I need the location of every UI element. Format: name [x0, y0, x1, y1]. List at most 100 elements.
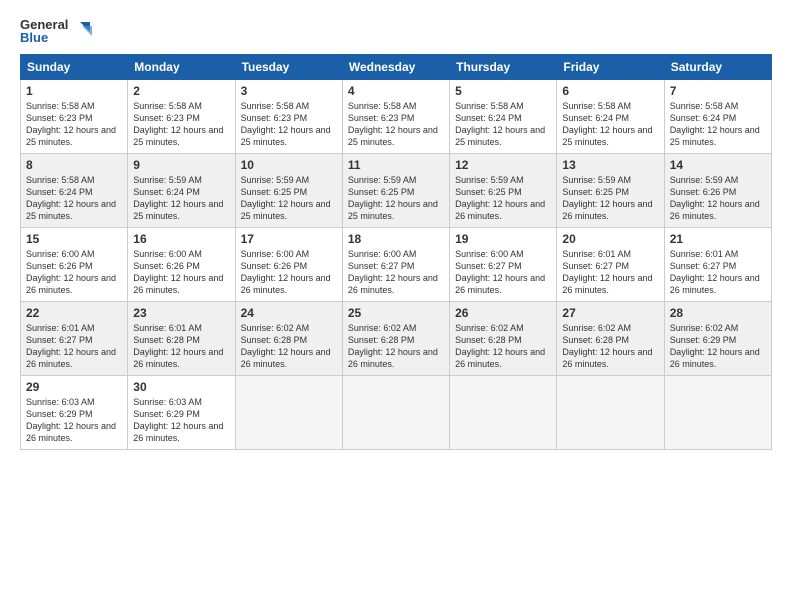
day-info: Sunrise: 6:01 AM Sunset: 6:27 PM Dayligh…: [562, 248, 658, 297]
col-wednesday: Wednesday: [342, 55, 449, 80]
day-number: 18: [348, 232, 444, 246]
day-number: 5: [455, 84, 551, 98]
day-info: Sunrise: 6:00 AM Sunset: 6:26 PM Dayligh…: [26, 248, 122, 297]
table-row: 14 Sunrise: 5:59 AM Sunset: 6:26 PM Dayl…: [664, 154, 771, 228]
table-row: 5 Sunrise: 5:58 AM Sunset: 6:24 PM Dayli…: [450, 80, 557, 154]
day-number: 10: [241, 158, 337, 172]
table-row: 4 Sunrise: 5:58 AM Sunset: 6:23 PM Dayli…: [342, 80, 449, 154]
table-row: 18 Sunrise: 6:00 AM Sunset: 6:27 PM Dayl…: [342, 228, 449, 302]
table-row: 23 Sunrise: 6:01 AM Sunset: 6:28 PM Dayl…: [128, 302, 235, 376]
calendar-week-row: 15 Sunrise: 6:00 AM Sunset: 6:26 PM Dayl…: [21, 228, 772, 302]
table-row: 17 Sunrise: 6:00 AM Sunset: 6:26 PM Dayl…: [235, 228, 342, 302]
day-info: Sunrise: 6:02 AM Sunset: 6:28 PM Dayligh…: [562, 322, 658, 371]
day-info: Sunrise: 5:59 AM Sunset: 6:26 PM Dayligh…: [670, 174, 766, 223]
calendar-week-row: 29 Sunrise: 6:03 AM Sunset: 6:29 PM Dayl…: [21, 376, 772, 450]
day-number: 12: [455, 158, 551, 172]
col-monday: Monday: [128, 55, 235, 80]
day-info: Sunrise: 5:59 AM Sunset: 6:25 PM Dayligh…: [455, 174, 551, 223]
day-info: Sunrise: 5:59 AM Sunset: 6:25 PM Dayligh…: [348, 174, 444, 223]
table-row: 15 Sunrise: 6:00 AM Sunset: 6:26 PM Dayl…: [21, 228, 128, 302]
day-number: 16: [133, 232, 229, 246]
day-number: 26: [455, 306, 551, 320]
table-row: 7 Sunrise: 5:58 AM Sunset: 6:24 PM Dayli…: [664, 80, 771, 154]
calendar-table: Sunday Monday Tuesday Wednesday Thursday…: [20, 54, 772, 450]
calendar-week-row: 1 Sunrise: 5:58 AM Sunset: 6:23 PM Dayli…: [21, 80, 772, 154]
day-info: Sunrise: 5:58 AM Sunset: 6:24 PM Dayligh…: [562, 100, 658, 149]
day-number: 15: [26, 232, 122, 246]
table-row: 6 Sunrise: 5:58 AM Sunset: 6:24 PM Dayli…: [557, 80, 664, 154]
day-info: Sunrise: 6:00 AM Sunset: 6:27 PM Dayligh…: [455, 248, 551, 297]
day-info: Sunrise: 6:01 AM Sunset: 6:27 PM Dayligh…: [670, 248, 766, 297]
day-info: Sunrise: 6:01 AM Sunset: 6:28 PM Dayligh…: [133, 322, 229, 371]
calendar-header-row: Sunday Monday Tuesday Wednesday Thursday…: [21, 55, 772, 80]
table-row: 27 Sunrise: 6:02 AM Sunset: 6:28 PM Dayl…: [557, 302, 664, 376]
day-number: 27: [562, 306, 658, 320]
calendar-week-row: 8 Sunrise: 5:58 AM Sunset: 6:24 PM Dayli…: [21, 154, 772, 228]
day-number: 3: [241, 84, 337, 98]
table-row: 21 Sunrise: 6:01 AM Sunset: 6:27 PM Dayl…: [664, 228, 771, 302]
table-row: 16 Sunrise: 6:00 AM Sunset: 6:26 PM Dayl…: [128, 228, 235, 302]
table-row: 28 Sunrise: 6:02 AM Sunset: 6:29 PM Dayl…: [664, 302, 771, 376]
day-info: Sunrise: 6:03 AM Sunset: 6:29 PM Dayligh…: [26, 396, 122, 445]
day-number: 2: [133, 84, 229, 98]
day-info: Sunrise: 5:59 AM Sunset: 6:25 PM Dayligh…: [241, 174, 337, 223]
day-number: 23: [133, 306, 229, 320]
col-saturday: Saturday: [664, 55, 771, 80]
table-row: 29 Sunrise: 6:03 AM Sunset: 6:29 PM Dayl…: [21, 376, 128, 450]
day-number: 19: [455, 232, 551, 246]
table-row: 2 Sunrise: 5:58 AM Sunset: 6:23 PM Dayli…: [128, 80, 235, 154]
day-info: Sunrise: 6:03 AM Sunset: 6:29 PM Dayligh…: [133, 396, 229, 445]
table-row: 13 Sunrise: 5:59 AM Sunset: 6:25 PM Dayl…: [557, 154, 664, 228]
table-row: 12 Sunrise: 5:59 AM Sunset: 6:25 PM Dayl…: [450, 154, 557, 228]
day-number: 25: [348, 306, 444, 320]
table-row: 9 Sunrise: 5:59 AM Sunset: 6:24 PM Dayli…: [128, 154, 235, 228]
table-row: 30 Sunrise: 6:03 AM Sunset: 6:29 PM Dayl…: [128, 376, 235, 450]
day-number: 30: [133, 380, 229, 394]
table-row: 8 Sunrise: 5:58 AM Sunset: 6:24 PM Dayli…: [21, 154, 128, 228]
day-info: Sunrise: 5:59 AM Sunset: 6:24 PM Dayligh…: [133, 174, 229, 223]
day-number: 22: [26, 306, 122, 320]
day-number: 21: [670, 232, 766, 246]
day-info: Sunrise: 6:00 AM Sunset: 6:26 PM Dayligh…: [241, 248, 337, 297]
day-info: Sunrise: 6:00 AM Sunset: 6:26 PM Dayligh…: [133, 248, 229, 297]
day-number: 7: [670, 84, 766, 98]
table-row: 19 Sunrise: 6:00 AM Sunset: 6:27 PM Dayl…: [450, 228, 557, 302]
table-row: 11 Sunrise: 5:59 AM Sunset: 6:25 PM Dayl…: [342, 154, 449, 228]
table-row: [557, 376, 664, 450]
day-number: 28: [670, 306, 766, 320]
table-row: 24 Sunrise: 6:02 AM Sunset: 6:28 PM Dayl…: [235, 302, 342, 376]
day-info: Sunrise: 5:59 AM Sunset: 6:25 PM Dayligh…: [562, 174, 658, 223]
day-number: 29: [26, 380, 122, 394]
header: General Blue: [20, 18, 772, 44]
day-number: 11: [348, 158, 444, 172]
day-info: Sunrise: 5:58 AM Sunset: 6:23 PM Dayligh…: [241, 100, 337, 149]
table-row: 3 Sunrise: 5:58 AM Sunset: 6:23 PM Dayli…: [235, 80, 342, 154]
day-number: 14: [670, 158, 766, 172]
day-number: 6: [562, 84, 658, 98]
table-row: 1 Sunrise: 5:58 AM Sunset: 6:23 PM Dayli…: [21, 80, 128, 154]
day-number: 9: [133, 158, 229, 172]
day-info: Sunrise: 5:58 AM Sunset: 6:24 PM Dayligh…: [670, 100, 766, 149]
logo: General Blue: [20, 18, 94, 44]
calendar-week-row: 22 Sunrise: 6:01 AM Sunset: 6:27 PM Dayl…: [21, 302, 772, 376]
col-tuesday: Tuesday: [235, 55, 342, 80]
day-info: Sunrise: 6:02 AM Sunset: 6:28 PM Dayligh…: [455, 322, 551, 371]
day-info: Sunrise: 5:58 AM Sunset: 6:24 PM Dayligh…: [26, 174, 122, 223]
day-info: Sunrise: 6:02 AM Sunset: 6:28 PM Dayligh…: [348, 322, 444, 371]
day-number: 1: [26, 84, 122, 98]
day-info: Sunrise: 5:58 AM Sunset: 6:23 PM Dayligh…: [133, 100, 229, 149]
col-sunday: Sunday: [21, 55, 128, 80]
day-number: 17: [241, 232, 337, 246]
page: General Blue Sunday Monday Tuesday Wedne…: [0, 0, 792, 612]
col-thursday: Thursday: [450, 55, 557, 80]
table-row: 20 Sunrise: 6:01 AM Sunset: 6:27 PM Dayl…: [557, 228, 664, 302]
day-info: Sunrise: 6:01 AM Sunset: 6:27 PM Dayligh…: [26, 322, 122, 371]
table-row: [450, 376, 557, 450]
table-row: 22 Sunrise: 6:01 AM Sunset: 6:27 PM Dayl…: [21, 302, 128, 376]
day-number: 13: [562, 158, 658, 172]
day-info: Sunrise: 6:02 AM Sunset: 6:28 PM Dayligh…: [241, 322, 337, 371]
day-info: Sunrise: 6:02 AM Sunset: 6:29 PM Dayligh…: [670, 322, 766, 371]
day-info: Sunrise: 5:58 AM Sunset: 6:24 PM Dayligh…: [455, 100, 551, 149]
day-number: 4: [348, 84, 444, 98]
day-number: 20: [562, 232, 658, 246]
